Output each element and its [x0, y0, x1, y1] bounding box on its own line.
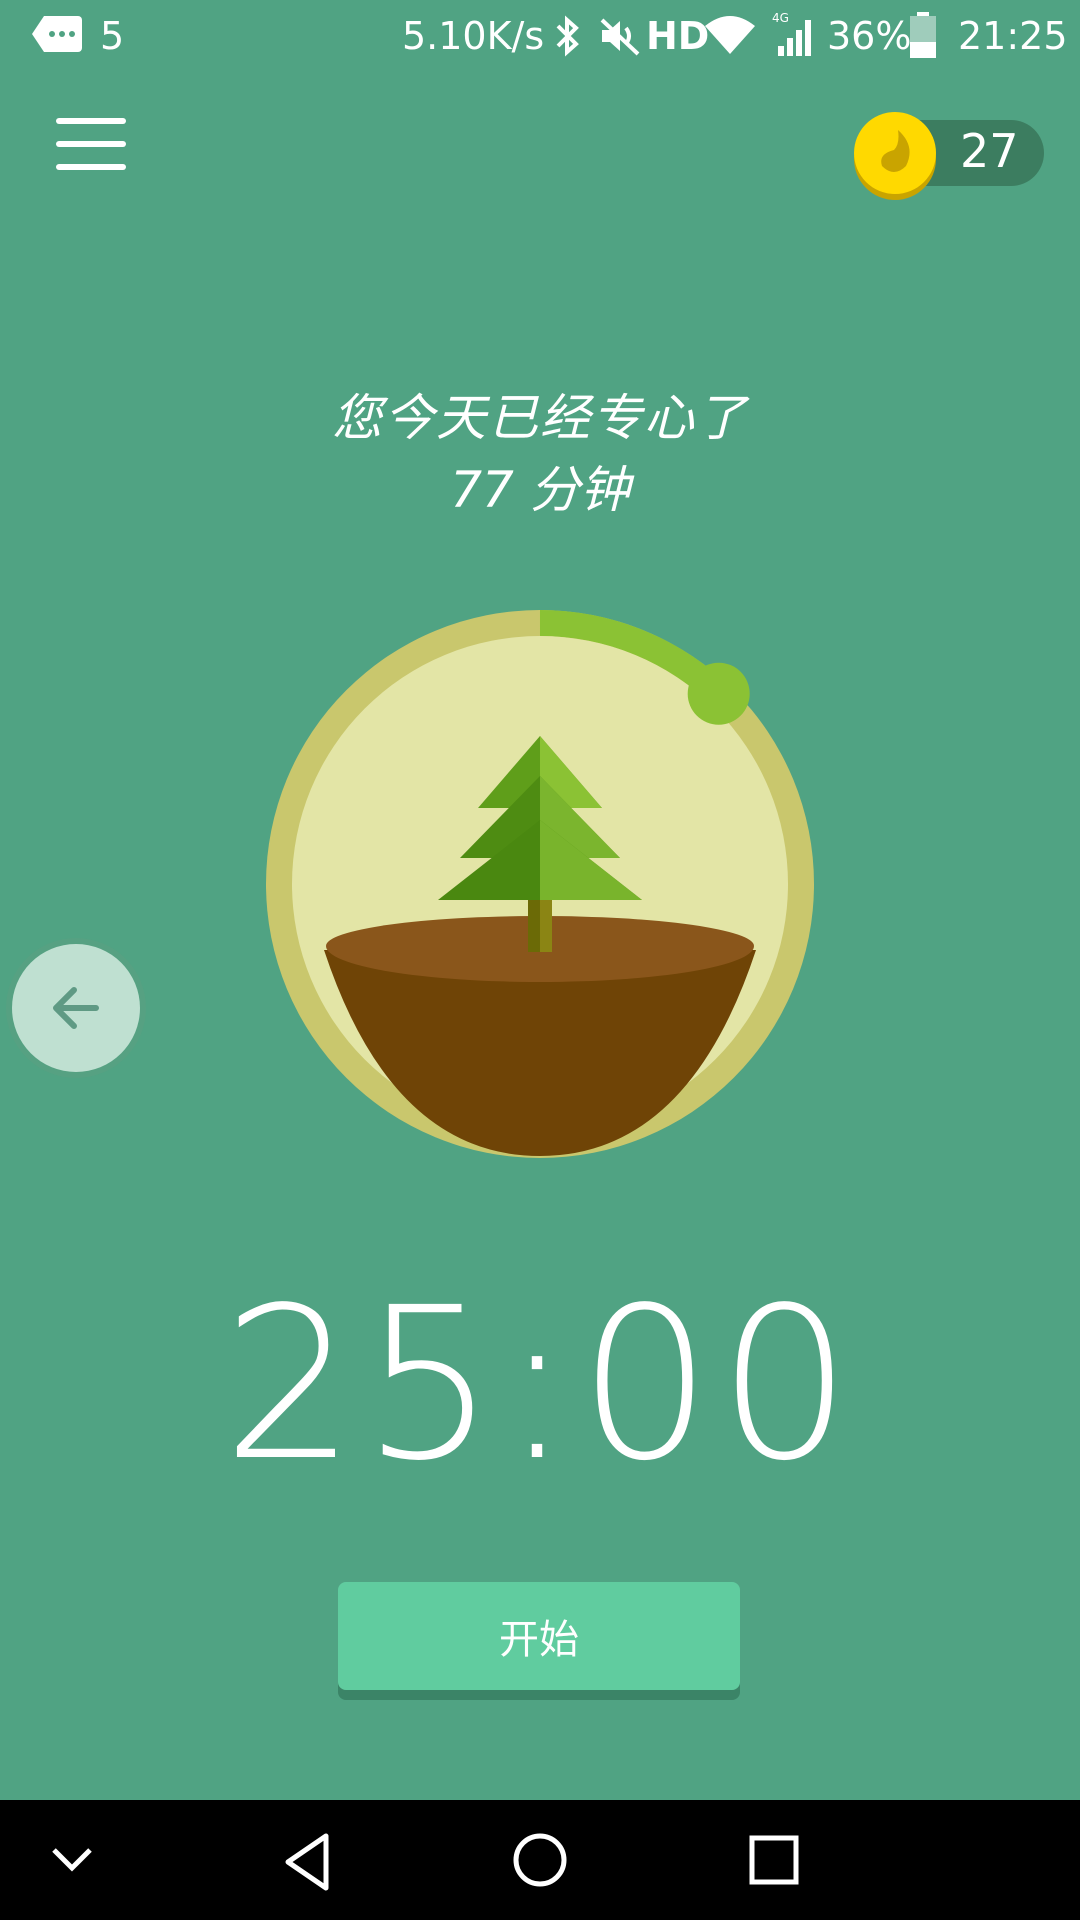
focus-minutes: 77 分钟 [450, 461, 630, 519]
hd-indicator: HD [646, 14, 710, 58]
battery-percent: 36% [827, 14, 912, 58]
message-icon [32, 16, 82, 52]
clock: 21:25 [958, 14, 1068, 58]
timer-display[interactable]: 25:00 [0, 1262, 1080, 1507]
coin-icon [854, 112, 936, 200]
coin-count: 27 [960, 124, 1019, 178]
svg-text:4G: 4G [772, 11, 789, 25]
previous-tree-button[interactable] [12, 944, 140, 1072]
chevron-down-icon[interactable] [48, 1840, 96, 1880]
triangle-back-icon[interactable] [282, 1832, 332, 1892]
status-bar: 5 5.10K/s HD 4G 36% 21:25 [0, 0, 1080, 76]
network-speed: 5.10K/s [402, 14, 545, 58]
tree-timer-dial[interactable] [264, 608, 816, 1160]
square-recents-icon[interactable] [748, 1834, 800, 1886]
progress-knob[interactable] [687, 662, 750, 725]
signal-4g-icon: 4G [772, 11, 811, 56]
navigation-bar [0, 1800, 1080, 1920]
menu-icon [56, 118, 126, 124]
battery-icon [910, 12, 936, 58]
bluetooth-icon [556, 15, 579, 57]
start-button[interactable]: 开始 [338, 1582, 740, 1690]
wifi-icon [705, 16, 755, 54]
notification-count: 5 [100, 14, 125, 58]
mute-icon [600, 18, 640, 56]
focus-summary-title: 您今天已经专心了 [332, 389, 748, 447]
circle-home-icon[interactable] [512, 1832, 568, 1888]
arrow-left-icon [53, 987, 99, 1029]
menu-button[interactable] [56, 118, 126, 178]
